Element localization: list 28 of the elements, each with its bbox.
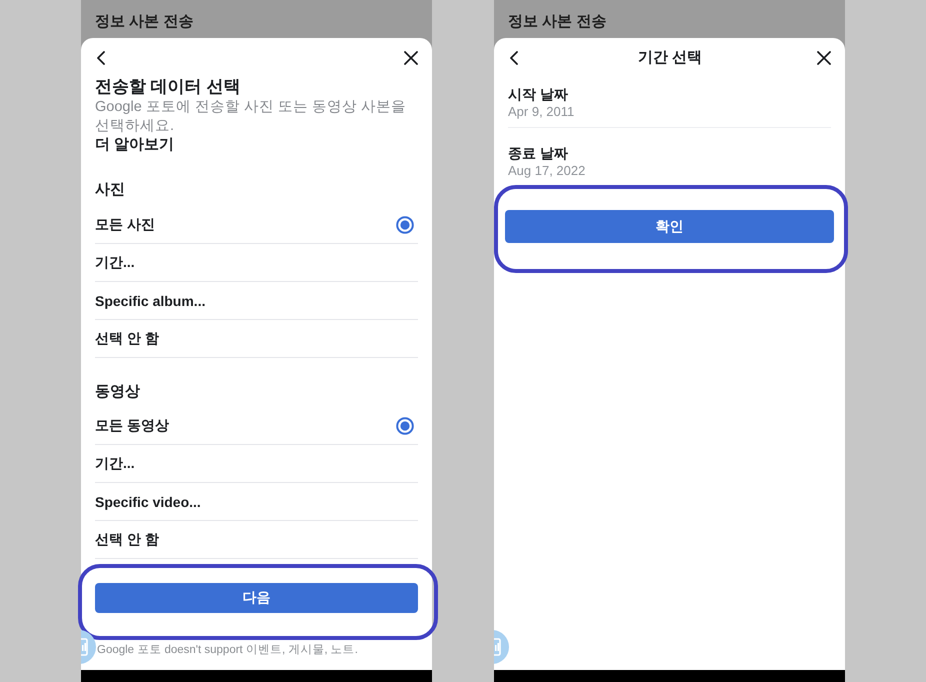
learn-more-link[interactable]: 더 알아보기 — [95, 136, 174, 154]
next-button[interactable]: 다음 — [95, 583, 418, 613]
footer-note: Google 포토 doesn't support 이벤트, 게시물, 노트. — [97, 643, 358, 657]
section-heading: 동영상 — [95, 383, 140, 401]
option-row[interactable]: 선택 안 함 — [95, 320, 418, 358]
date-label: 종료 날짜 — [508, 144, 568, 162]
option-row[interactable]: 선택 안 함 — [95, 521, 418, 559]
back-icon[interactable] — [509, 51, 518, 65]
option-row[interactable]: 모든 사진 — [95, 206, 418, 244]
description-text: Google 포토에 전송할 사진 또는 동영상 사본을 선택하세요. — [95, 98, 407, 136]
section-heading: 사진 — [95, 181, 125, 199]
sheet-title: 기간 선택 — [638, 49, 702, 67]
option-row[interactable]: Specific video... — [95, 483, 418, 521]
document-bubble-icon[interactable] — [81, 630, 97, 664]
page-title: 정보 사본 전송 — [95, 13, 194, 31]
close-icon[interactable] — [817, 51, 831, 65]
date-label: 시작 날짜 — [508, 85, 568, 103]
close-icon[interactable] — [404, 51, 418, 65]
radio-selected-icon[interactable] — [396, 416, 414, 434]
sheet-title: 전송할 데이터 선택 — [95, 78, 240, 96]
page-title: 정보 사본 전송 — [508, 13, 606, 31]
confirm-button[interactable]: 확인 — [505, 210, 834, 243]
back-icon[interactable] — [96, 51, 105, 65]
option-row[interactable]: 기간... — [95, 445, 418, 483]
radio-selected-icon[interactable] — [396, 216, 414, 234]
option-row[interactable]: 모든 동영상 — [95, 407, 418, 445]
option-row[interactable]: 기간... — [95, 244, 418, 282]
option-row[interactable]: Specific album... — [95, 282, 418, 320]
